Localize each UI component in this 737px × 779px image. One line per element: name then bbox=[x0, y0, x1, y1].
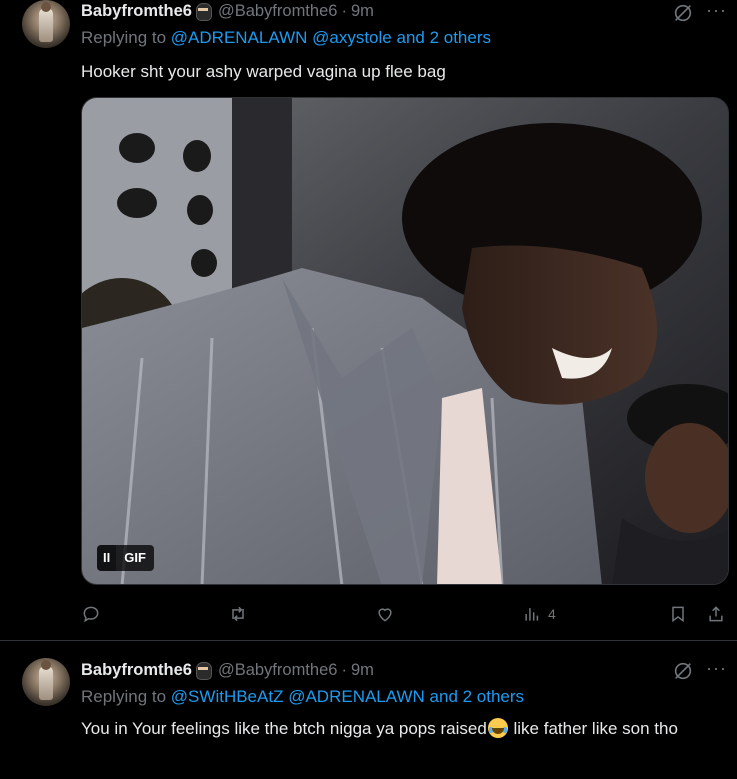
views-icon bbox=[525, 608, 539, 621]
tweet-text-part: like father like son tho bbox=[508, 719, 678, 738]
views-button[interactable]: 4 bbox=[522, 602, 556, 626]
ninja-emoji bbox=[194, 661, 212, 680]
tweet-text: Hooker sht your ashy warped vagina up fl… bbox=[81, 62, 446, 81]
ninja-emoji bbox=[194, 2, 212, 21]
display-name[interactable]: Babyfromthe6 bbox=[81, 2, 192, 21]
replying-prefix: Replying to bbox=[81, 687, 167, 706]
laughing-emoji bbox=[487, 718, 508, 738]
replying-to: Replying to @SWitHBeAtZ @ADRENALAWN and … bbox=[81, 687, 524, 707]
like-icon bbox=[378, 608, 392, 622]
others-link[interactable]: and 2 others bbox=[396, 28, 491, 47]
tweet[interactable]: Babyfromthe6 @Babyfromthe6 · 9m ··· Repl… bbox=[0, 641, 737, 779]
mention-link[interactable]: @ADRENALAWN bbox=[171, 28, 308, 47]
views-count: 4 bbox=[548, 606, 556, 622]
mention-link[interactable]: @SWitHBeAtZ bbox=[171, 687, 284, 706]
tweet-header: Babyfromthe6 @Babyfromthe6 · 9m bbox=[81, 0, 374, 22]
gif-badge[interactable]: II GIF bbox=[97, 545, 154, 571]
tweet-text-part: You in Your feelings like the btch nigga… bbox=[81, 719, 487, 738]
repost-button[interactable] bbox=[228, 602, 254, 626]
like-button[interactable] bbox=[375, 602, 401, 626]
timestamp[interactable]: 9m bbox=[351, 2, 374, 21]
share-button[interactable] bbox=[706, 602, 726, 626]
bookmark-button[interactable] bbox=[668, 602, 688, 626]
avatar[interactable] bbox=[22, 0, 70, 48]
reply-icon bbox=[83, 606, 99, 623]
timestamp[interactable]: 9m bbox=[351, 661, 374, 680]
separator-dot: · bbox=[341, 1, 347, 20]
replying-to: Replying to @ADRENALAWN @axystole and 2 … bbox=[81, 28, 491, 48]
share-icon bbox=[709, 606, 723, 622]
others-link[interactable]: and 2 others bbox=[430, 687, 525, 706]
display-name[interactable]: Babyfromthe6 bbox=[81, 661, 192, 680]
reply-button[interactable] bbox=[81, 602, 107, 626]
separator-dot: · bbox=[341, 660, 347, 679]
grok-icon[interactable] bbox=[672, 660, 694, 682]
gif-media[interactable]: II GIF bbox=[81, 97, 729, 585]
tweet-text: You in Your feelings like the btch nigga… bbox=[81, 716, 731, 741]
tweet-header: Babyfromthe6 @Babyfromthe6 · 9m bbox=[81, 659, 374, 681]
avatar[interactable] bbox=[22, 658, 70, 706]
more-icon[interactable]: ··· bbox=[706, 0, 727, 21]
replying-prefix: Replying to bbox=[81, 28, 167, 47]
mention-link[interactable]: @ADRENALAWN bbox=[288, 687, 425, 706]
repost-icon bbox=[232, 606, 244, 622]
more-icon[interactable]: ··· bbox=[706, 658, 727, 679]
gif-label: GIF bbox=[116, 545, 154, 571]
tweet[interactable]: Babyfromthe6 @Babyfromthe6 · 9m ··· Repl… bbox=[0, 0, 737, 641]
user-handle[interactable]: @Babyfromthe6 bbox=[218, 661, 337, 680]
pause-button[interactable]: II bbox=[97, 545, 117, 571]
mention-link[interactable]: @axystole bbox=[312, 28, 392, 47]
gif-frame bbox=[82, 98, 728, 584]
grok-icon[interactable] bbox=[672, 2, 694, 24]
user-handle[interactable]: @Babyfromthe6 bbox=[218, 2, 337, 21]
bookmark-icon bbox=[672, 606, 684, 623]
action-bar: 4 bbox=[0, 602, 737, 626]
